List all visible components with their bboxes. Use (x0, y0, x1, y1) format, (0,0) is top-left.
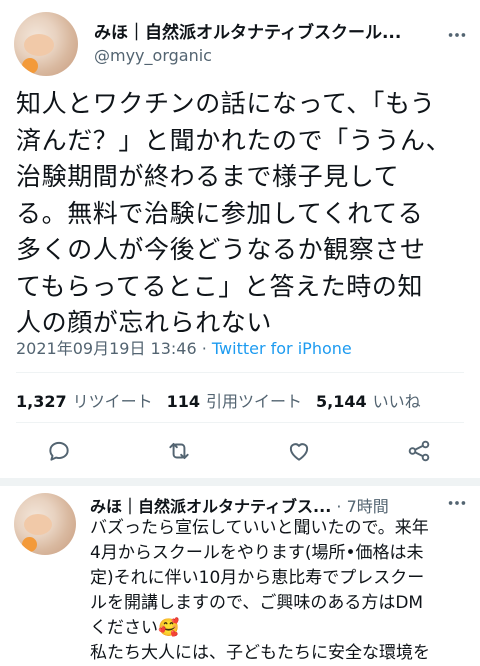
retweets-count: 1,327 (16, 392, 67, 411)
tweet-stats: 1,327 リツイート 114 引用ツイート 5,144 いいね (16, 388, 435, 412)
quotes-stat[interactable]: 114 引用ツイート (167, 392, 316, 411)
reply-text-line: バズったら宣伝していいと聞いたので。来年 (90, 518, 429, 538)
reply-avatar[interactable] (14, 493, 76, 555)
tweet-text-line: 多くの人が今後どうなるか観察させ (16, 235, 426, 264)
likes-stat[interactable]: 5,144 いいね (316, 392, 435, 411)
retweets-stat[interactable]: 1,327 リツイート (16, 392, 167, 411)
reply-text-line: 定)それに伴い10月から恵比寿でプレスクー (90, 568, 425, 588)
display-name[interactable]: みほ｜自然派オルタナティブスクール... (94, 18, 434, 43)
more-icon[interactable] (446, 24, 468, 46)
likes-count: 5,144 (316, 392, 367, 411)
tweet-source-link[interactable]: Twitter for iPhone (212, 339, 352, 358)
like-icon[interactable] (286, 438, 312, 464)
reply-icon[interactable] (46, 438, 72, 464)
share-icon[interactable] (406, 438, 432, 464)
retweets-label: リツイート (72, 392, 153, 411)
retweet-icon[interactable] (166, 438, 192, 464)
tweet-text-line: 済んだ？」と聞かれたので「ううん、 (16, 125, 452, 155)
reply-separator: · (336, 497, 342, 516)
tweet-text-line: る。無料で治験に参加してくれてる (16, 198, 424, 228)
reply-display-name[interactable]: みほ｜自然派オルタナティブス... (90, 493, 331, 517)
reply-text-line: ルを開講しますので、ご興味のある方はDM (90, 593, 424, 613)
tweet-text-line: てもらってるとこ」と答えた時の知 (16, 271, 424, 301)
tweet-text: 知人とワクチンの話になって、「もう 済んだ？」と聞かれたので「ううん、 治験期間… (16, 86, 476, 342)
likes-label: いいね (372, 392, 421, 411)
reply-text: バズったら宣伝していいと聞いたので。来年 4月からスクールをやります(場所•価格… (90, 516, 474, 666)
more-icon[interactable] (446, 492, 468, 514)
reply-time[interactable]: 7時間 (347, 497, 389, 516)
quotes-label: 引用ツイート (206, 392, 303, 411)
quotes-count: 114 (166, 392, 201, 411)
tweet-text-line: 治験期間が終わるまで様子見して (16, 162, 400, 191)
reply-text-line: ください🥰 (90, 618, 180, 638)
tweet-timestamp[interactable]: 2021年09月19日 13:46 (16, 339, 197, 358)
reply-text-line: 私たち大人には、子どもたちに安全な環境を (90, 643, 430, 663)
reply-text-line: 4月からスクールをやります(場所•価格は未 (90, 543, 424, 563)
tweet-meta: 2021年09月19日 13:46 · Twitter for iPhone (16, 335, 352, 359)
section-divider (0, 478, 480, 486)
reply-header: みほ｜自然派オルタナティブス... · 7時間 (90, 493, 438, 517)
divider (16, 372, 464, 373)
avatar[interactable] (14, 12, 78, 76)
user-handle[interactable]: @myy_organic (94, 46, 212, 65)
divider (16, 422, 464, 423)
meta-separator: · (201, 339, 207, 358)
tweet-text-line: 知人とワクチンの話になって、「もう (16, 89, 436, 118)
